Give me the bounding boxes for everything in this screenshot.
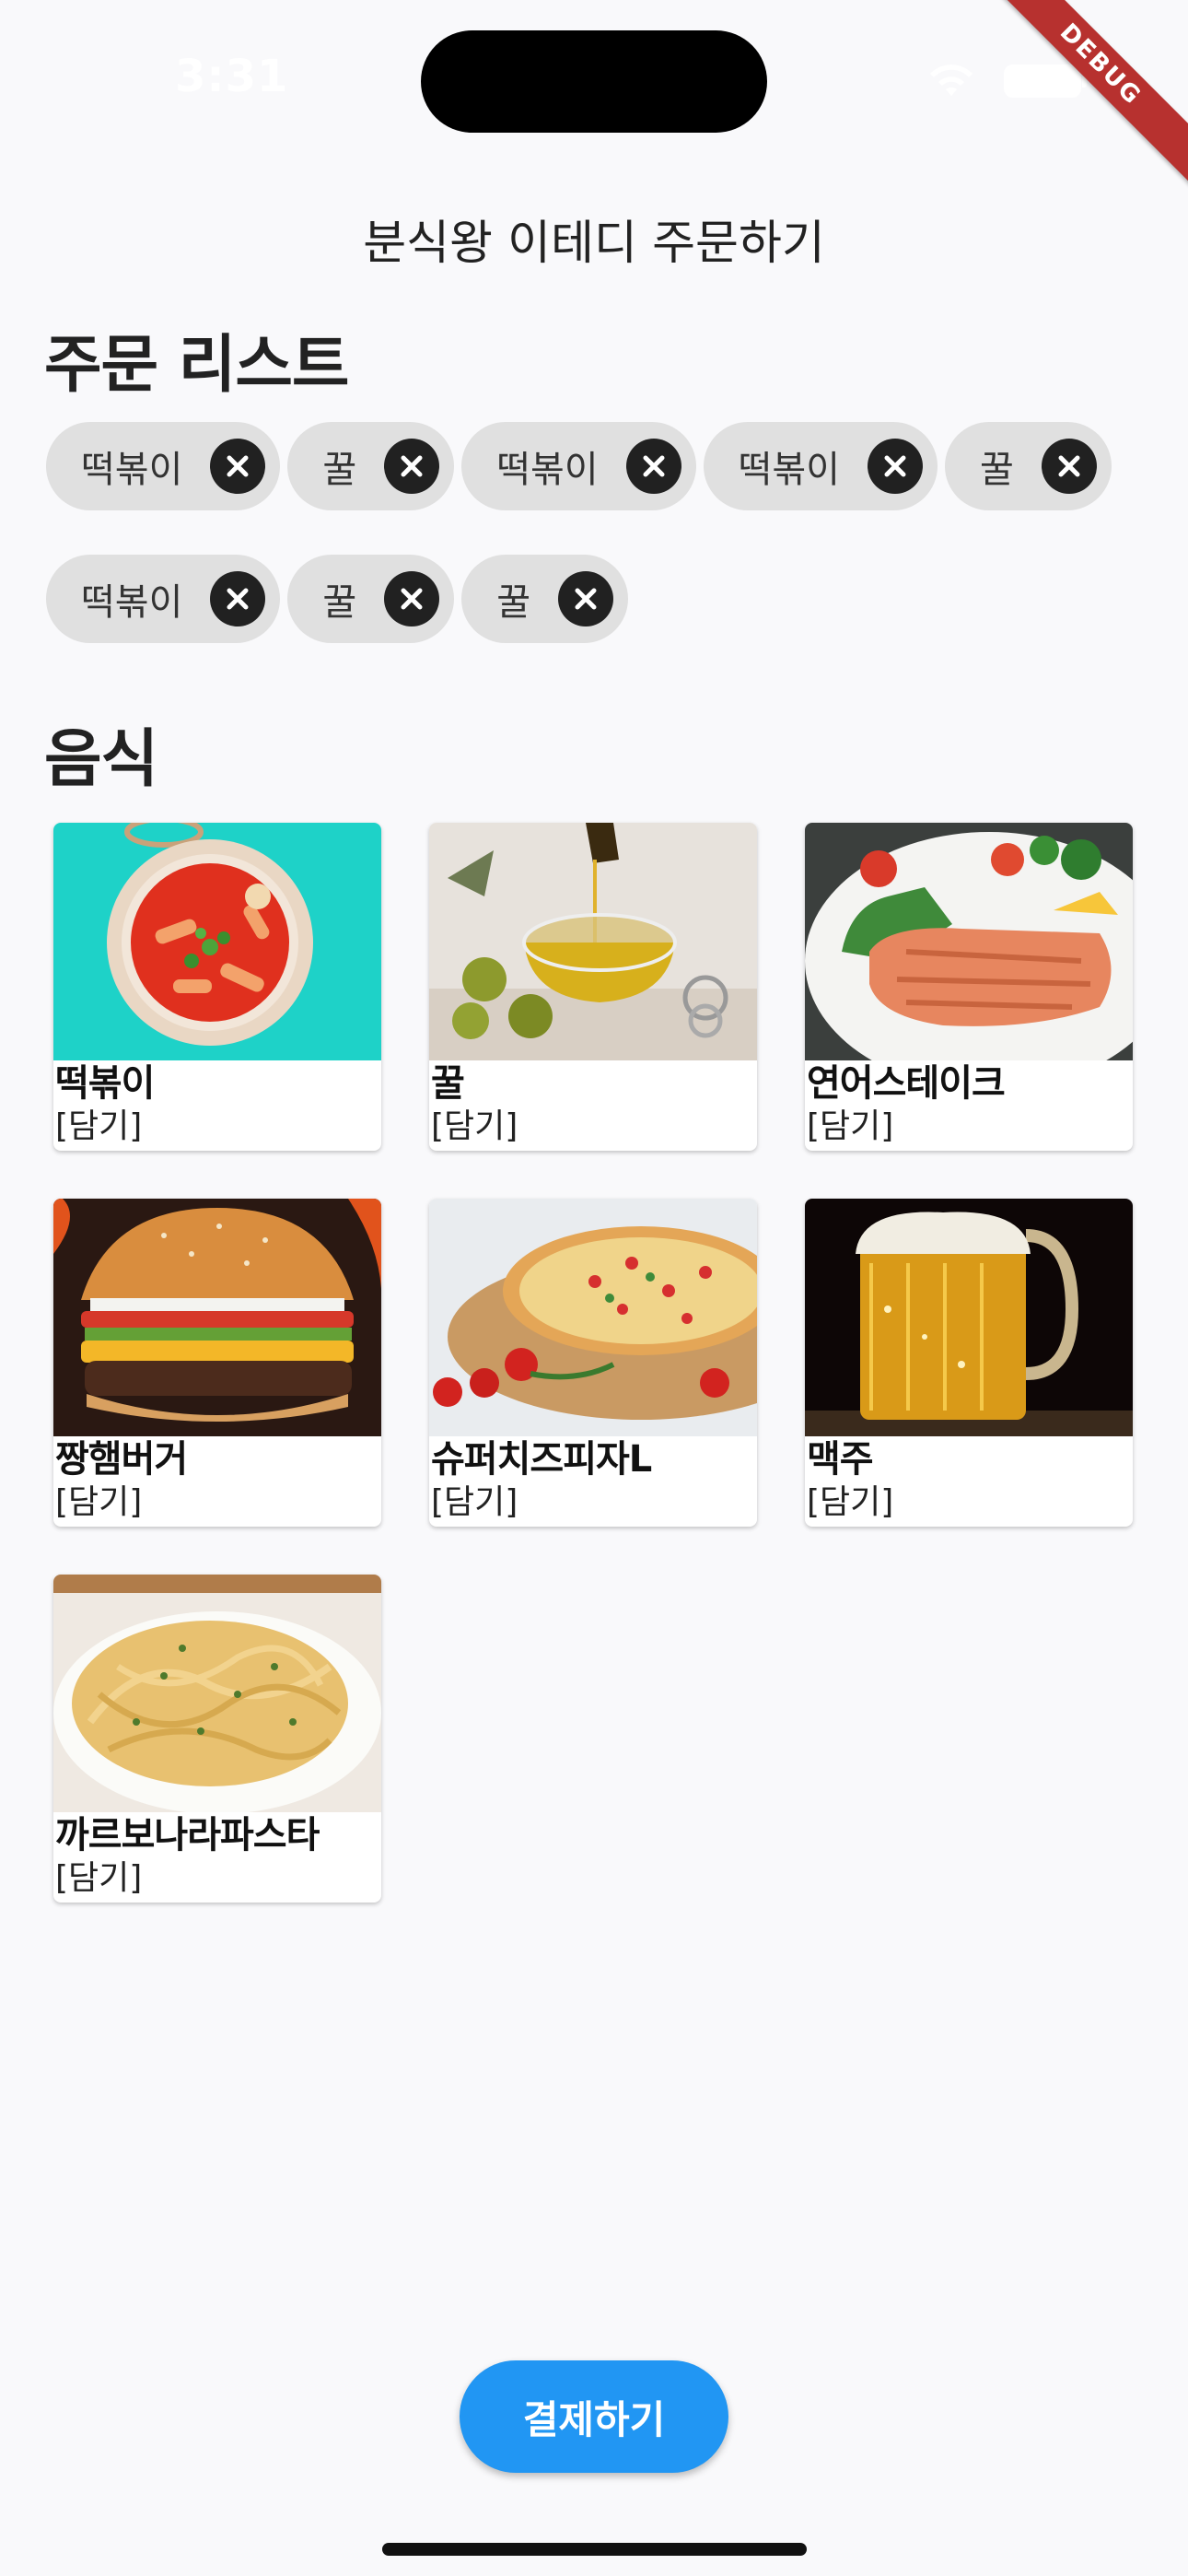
salmon-steak-image — [805, 823, 1133, 1060]
order-chip-label: 꿀 — [322, 449, 357, 491]
checkout-button[interactable]: 결제하기 — [460, 2360, 728, 2473]
remove-icon[interactable] — [625, 439, 681, 494]
remove-icon[interactable] — [1041, 439, 1097, 494]
wifi-icon — [930, 64, 973, 96]
food-name: 까르보나라파스타 — [55, 1814, 320, 1856]
order-chip-label: 떡볶이 — [81, 449, 183, 491]
food-card[interactable]: 연어스테이크 [담기] — [805, 823, 1133, 1151]
order-chip[interactable]: 꿀 — [287, 555, 455, 643]
order-chip-label: 꿀 — [322, 581, 357, 624]
beer-image — [805, 1199, 1133, 1436]
battery-icon — [1004, 64, 1087, 98]
add-to-cart-label[interactable]: [담기] — [429, 1482, 757, 1523]
food-card[interactable]: 맥주 [담기] — [805, 1199, 1133, 1527]
food-card[interactable]: 까르보나라파스타 [담기] — [53, 1575, 381, 1903]
order-chip[interactable]: 떡볶이 — [461, 422, 696, 510]
pizza-image — [429, 1199, 757, 1436]
order-list-heading: 주문 리스트 — [44, 329, 349, 402]
home-indicator[interactable] — [382, 2543, 807, 2556]
order-chip[interactable]: 떡볶이 — [46, 555, 281, 643]
add-to-cart-label[interactable]: [담기] — [53, 1482, 381, 1523]
remove-icon[interactable] — [210, 439, 266, 494]
add-to-cart-label[interactable]: [담기] — [53, 1107, 381, 1147]
order-chip[interactable]: 꿀 — [945, 422, 1112, 510]
remove-icon[interactable] — [558, 571, 614, 626]
honey-image — [429, 823, 757, 1060]
app-screen: 3:31 DEBUG 분식왕 이테디 주문하기 주문 리스트 떡볶이 꿀 떡볶이… — [0, 0, 1188, 2576]
page-title: 분식왕 이테디 주문하기 — [363, 217, 825, 271]
remove-icon[interactable] — [210, 571, 266, 626]
burger-image — [53, 1199, 381, 1436]
food-name: 연어스테이크 — [807, 1062, 1006, 1105]
food-name: 슈퍼치즈피자L — [431, 1438, 652, 1481]
food-grid: 떡볶이 [담기] 꿀 [담기] 연어스테이크 [담기] 짱햄버거 [담기] 슈퍼… — [53, 823, 1140, 1903]
remove-icon[interactable] — [384, 571, 440, 626]
order-chip[interactable]: 꿀 — [461, 555, 629, 643]
order-chip[interactable]: 떡볶이 — [703, 422, 938, 510]
add-to-cart-label[interactable]: [담기] — [805, 1107, 1133, 1147]
order-chip-label: 꿀 — [496, 581, 531, 624]
food-card[interactable]: 꿀 [담기] — [429, 823, 757, 1151]
order-chip-label: 떡볶이 — [81, 581, 183, 624]
order-chip[interactable]: 떡볶이 — [46, 422, 281, 510]
add-to-cart-label[interactable]: [담기] — [53, 1858, 381, 1899]
status-time: 3:31 — [175, 51, 289, 102]
add-to-cart-label[interactable]: [담기] — [429, 1107, 757, 1147]
add-to-cart-label[interactable]: [담기] — [805, 1482, 1133, 1523]
tteokbokki-image — [53, 823, 381, 1060]
food-name: 떡볶이 — [55, 1062, 155, 1105]
order-chip[interactable]: 꿀 — [287, 422, 455, 510]
remove-icon[interactable] — [384, 439, 440, 494]
food-card[interactable]: 슈퍼치즈피자L [담기] — [429, 1199, 757, 1527]
order-chip-list: 떡볶이 꿀 떡볶이 떡볶이 꿀 떡볶이 꿀 꿀 — [46, 422, 1151, 643]
order-chip-label: 떡볶이 — [496, 449, 599, 491]
food-name: 꿀 — [431, 1062, 465, 1105]
food-card[interactable]: 짱햄버거 [담기] — [53, 1199, 381, 1527]
food-card[interactable]: 떡볶이 [담기] — [53, 823, 381, 1151]
order-chip-label: 떡볶이 — [738, 449, 841, 491]
food-heading: 음식 — [44, 723, 158, 796]
food-name: 맥주 — [807, 1438, 874, 1481]
remove-icon[interactable] — [868, 439, 924, 494]
dynamic-island — [421, 30, 767, 133]
food-name: 짱햄버거 — [55, 1438, 188, 1481]
carbonara-image — [53, 1575, 381, 1812]
order-chip-label: 꿀 — [980, 449, 1014, 491]
